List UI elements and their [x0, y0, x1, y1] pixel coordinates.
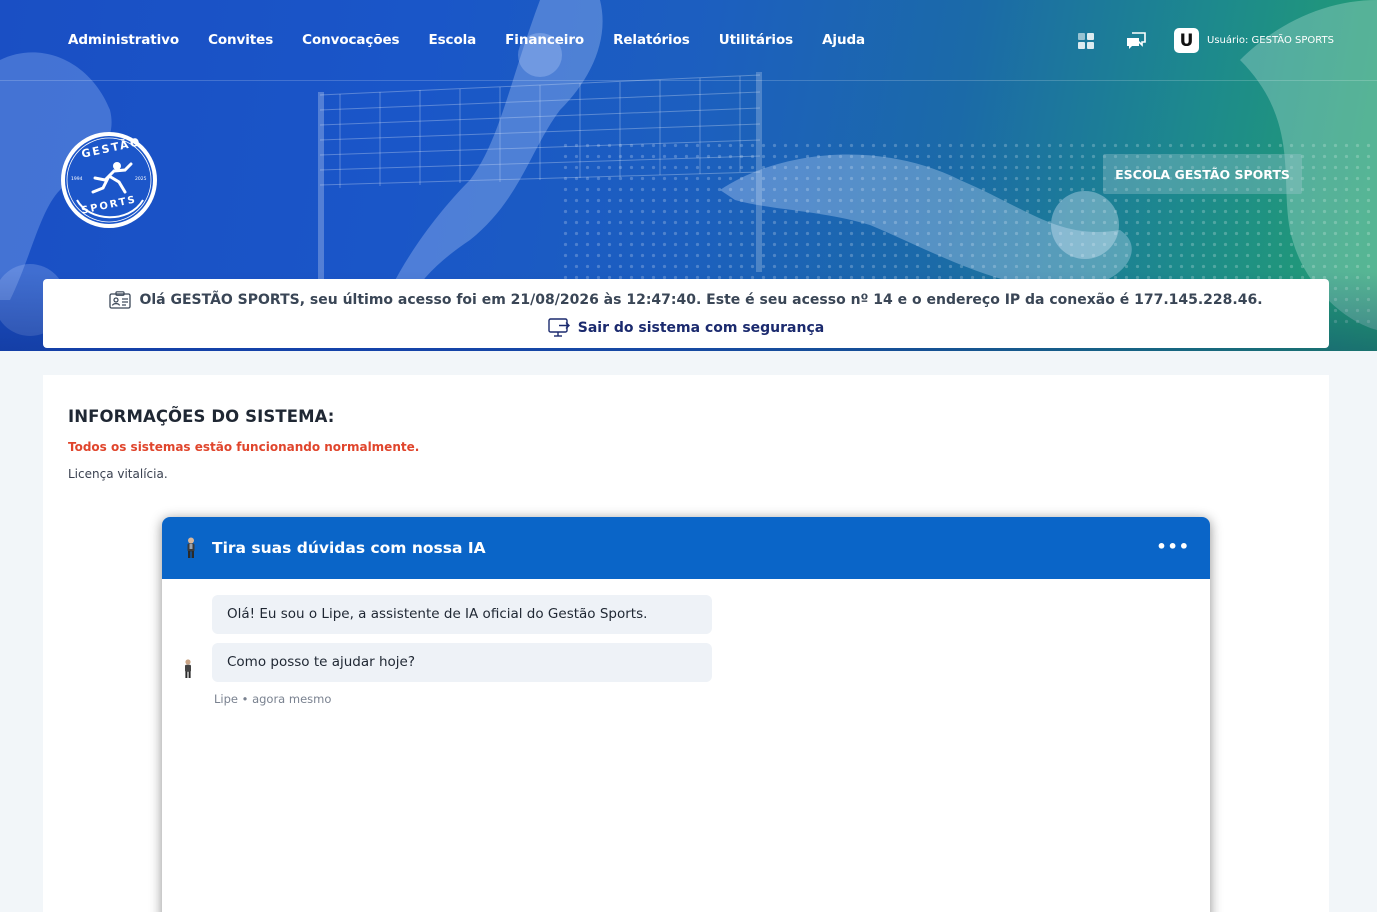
chat-title: Tira suas dúvidas com nossa IA [212, 539, 486, 557]
license-info: Licença vitalícia. [68, 467, 168, 481]
chat-message-meta: Lipe • agora mesmo [214, 692, 332, 706]
school-button[interactable]: ESCOLA GESTÃO SPORTS [1103, 154, 1302, 194]
lipe-avatar-icon [185, 659, 191, 678]
logout-link[interactable]: Sair do sistema com segurança [548, 318, 824, 338]
nav-ajuda[interactable]: Ajuda [822, 30, 865, 50]
welcome-message: Olá GESTÃO SPORTS, seu último acesso foi… [139, 292, 1263, 308]
welcome-card: Olá GESTÃO SPORTS, seu último acesso foi… [43, 279, 1329, 348]
welcome-line: Olá GESTÃO SPORTS, seu último acesso foi… [109, 290, 1263, 310]
logout-monitor-icon [548, 318, 570, 337]
user-label[interactable]: Usuário: GESTÃO SPORTS [1207, 35, 1334, 46]
system-info-title: INFORMAÇÕES DO SISTEMA: [68, 407, 335, 426]
assistant-avatar-icon [187, 537, 195, 558]
top-tools: U Usuário: GESTÃO SPORTS [1076, 28, 1334, 53]
main-nav: Administrativo Convites Convocações Esco… [68, 30, 865, 50]
nav-convocacoes[interactable]: Convocações [302, 30, 399, 50]
id-card-icon [109, 291, 132, 309]
nav-administrativo[interactable]: Administrativo [68, 30, 179, 50]
chat-menu-button[interactable]: ••• [1156, 539, 1190, 555]
chat-message: Olá! Eu sou o Lipe, a assistente de IA o… [212, 595, 712, 634]
user-avatar[interactable]: U [1174, 28, 1199, 53]
chat-header: Tira suas dúvidas com nossa IA ••• [162, 517, 1210, 579]
ai-chat-widget: Tira suas dúvidas com nossa IA ••• Olá! … [162, 517, 1210, 912]
system-status: Todos os sistemas estão funcionando norm… [68, 440, 420, 454]
gestao-sports-logo[interactable] [59, 130, 159, 230]
nav-relatorios[interactable]: Relatórios [613, 30, 690, 50]
chat-icon[interactable] [1126, 31, 1146, 51]
nav-divider [0, 80, 1377, 81]
nav-convites[interactable]: Convites [208, 30, 273, 50]
nav-financeiro[interactable]: Financeiro [505, 30, 584, 50]
nav-escola[interactable]: Escola [429, 30, 477, 50]
logout-label[interactable]: Sair do sistema com segurança [578, 320, 824, 336]
nav-utilitarios[interactable]: Utilitários [719, 30, 793, 50]
grid-icon[interactable] [1076, 31, 1096, 51]
chat-message: Como posso te ajudar hoje? [212, 643, 712, 682]
